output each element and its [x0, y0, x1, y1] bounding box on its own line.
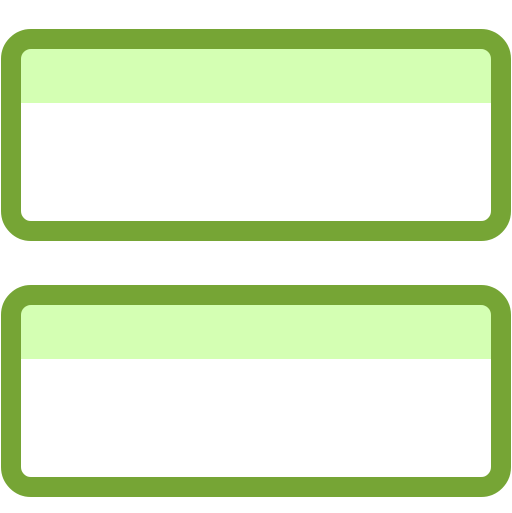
bottom-panel	[1, 285, 511, 497]
icon-graphic	[1, 29, 511, 497]
two-panels-icon	[0, 0, 512, 513]
top-panel	[1, 29, 511, 241]
